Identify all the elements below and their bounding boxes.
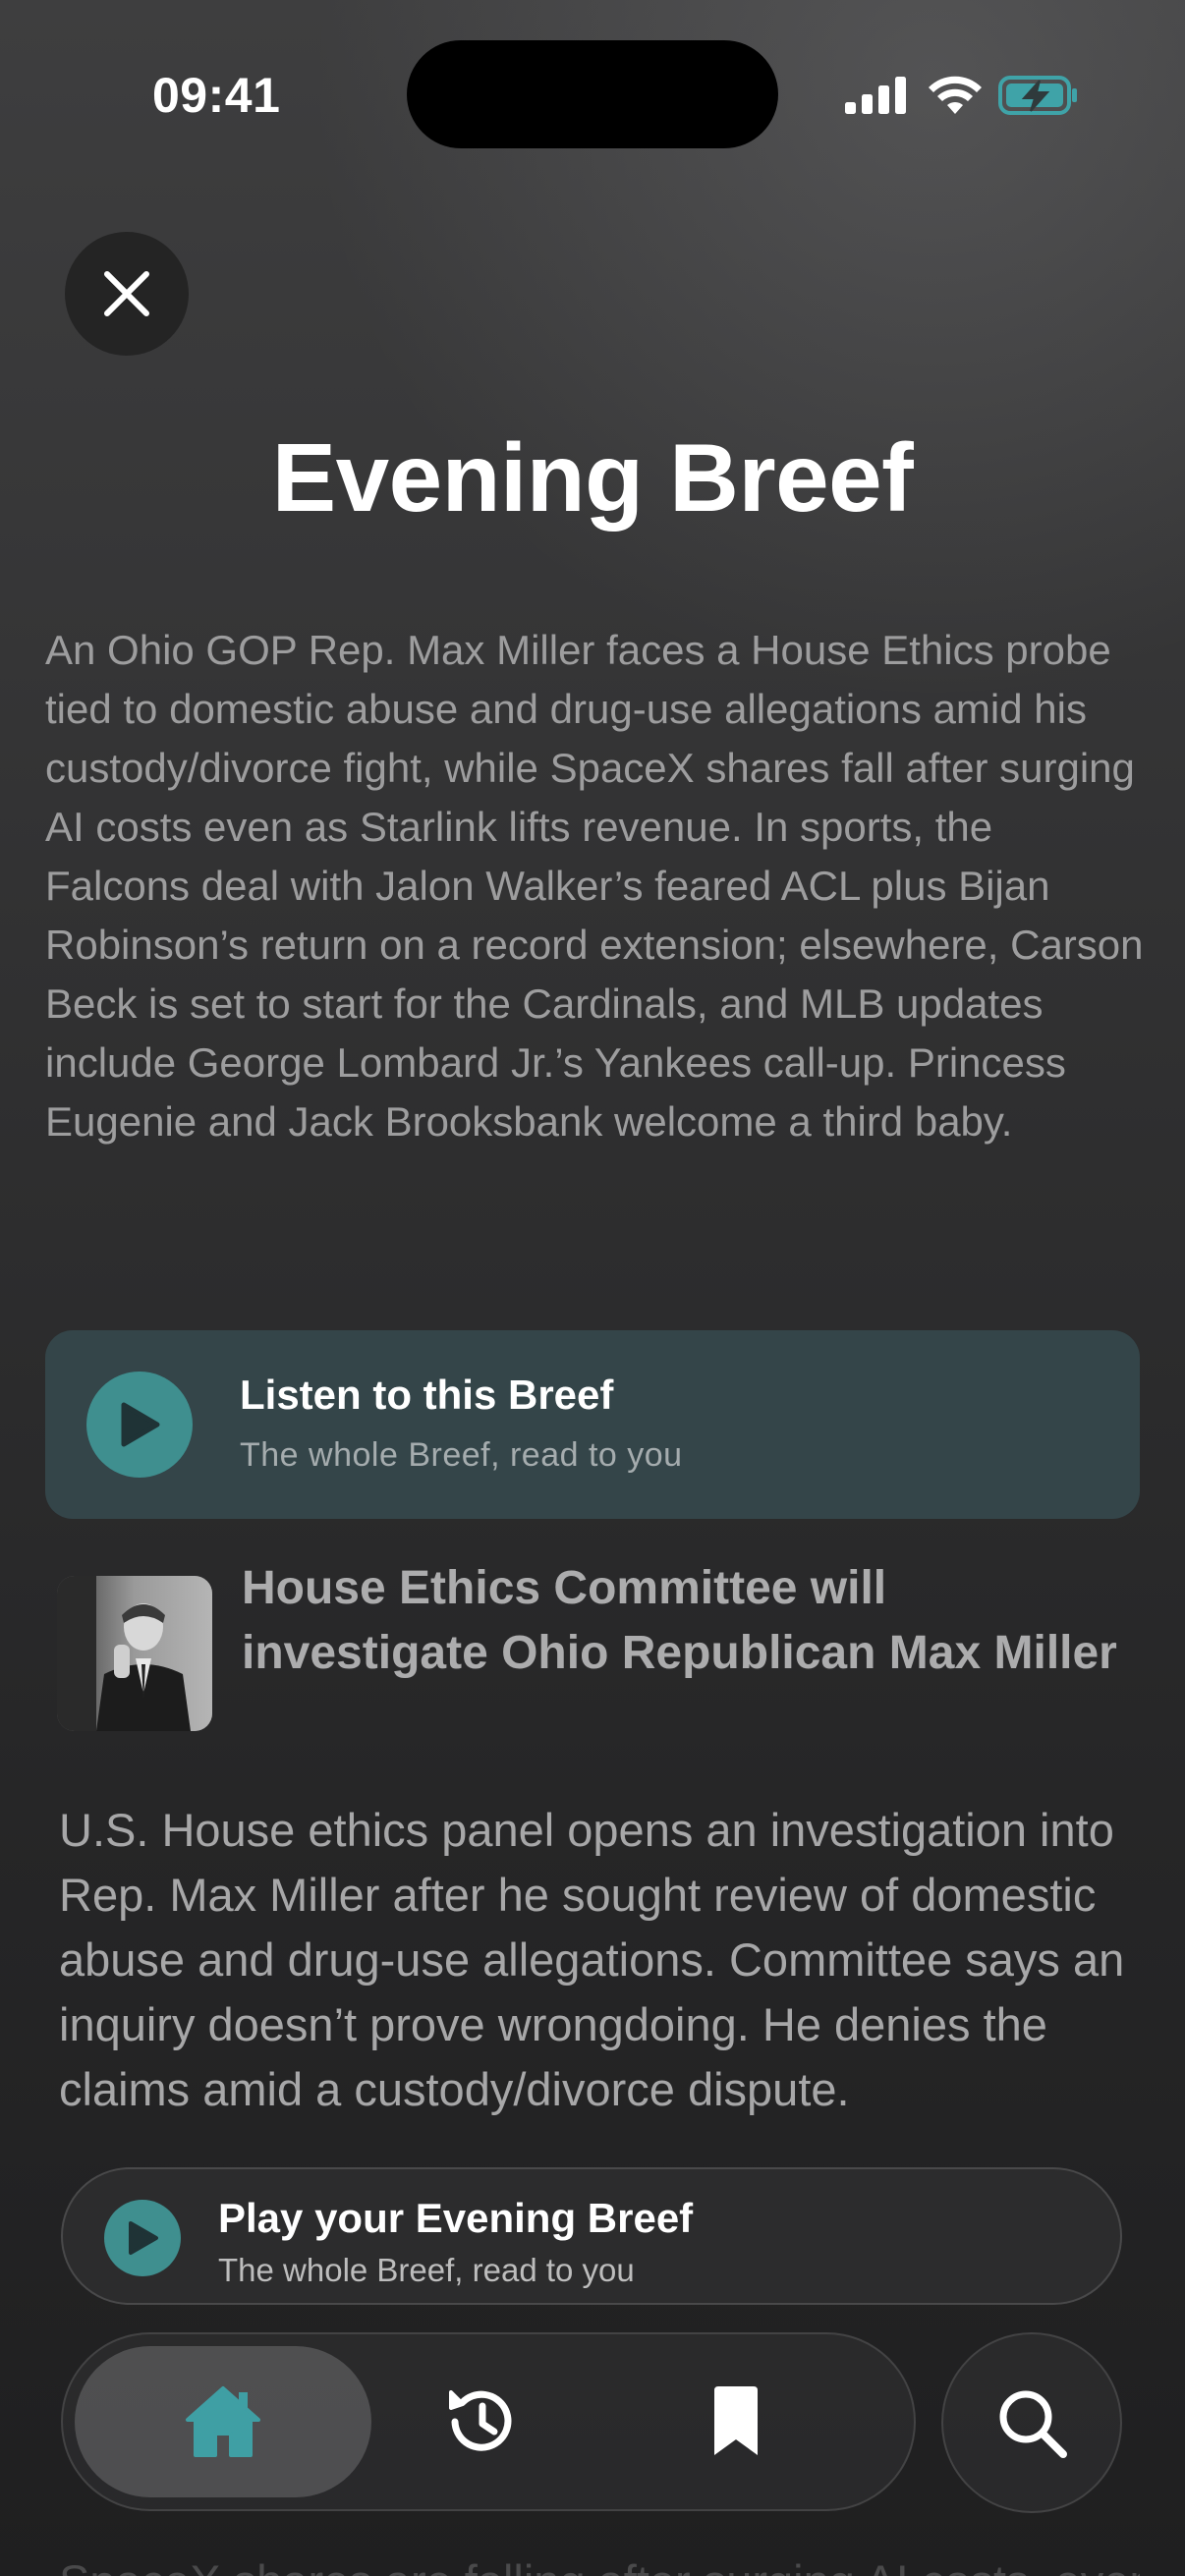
history-icon: [449, 2390, 512, 2451]
tab-bar: [61, 2332, 916, 2511]
tab-saved[interactable]: [692, 2378, 780, 2466]
listen-subtitle: The whole Breef, read to you: [240, 1436, 683, 1474]
tab-home[interactable]: [75, 2346, 371, 2497]
listen-play-button[interactable]: [86, 1372, 193, 1478]
search-button[interactable]: [941, 2332, 1122, 2513]
listen-card[interactable]: Listen to this Breef The whole Breef, re…: [45, 1330, 1140, 1519]
article-photo: [57, 1576, 212, 1731]
signal-icon: [845, 77, 906, 114]
tab-history[interactable]: [436, 2378, 525, 2466]
article-body: U.S. House ethics panel opens an investi…: [59, 1804, 1125, 2115]
dynamic-island: [407, 40, 778, 148]
player-title: Play your Evening Breef: [218, 2195, 694, 2241]
breef-summary: An Ohio GOP Rep. Max Miller faces a Hous…: [45, 627, 1144, 1145]
player-subtitle: The whole Breef, read to you: [218, 2252, 635, 2288]
status-time: 09:41: [152, 68, 281, 123]
mini-player[interactable]: Play your Evening Breef The whole Breef,…: [61, 2167, 1122, 2305]
article-headline[interactable]: House Ethics Committee will investigate …: [242, 1556, 1126, 1686]
battery-charging-icon: [998, 76, 1077, 115]
listen-title: Listen to this Breef: [240, 1372, 614, 1418]
close-button[interactable]: [65, 232, 189, 356]
play-icon: [121, 1402, 160, 1447]
play-icon: [129, 2221, 158, 2255]
bookmark-icon: [714, 2386, 758, 2455]
wifi-icon: [929, 76, 982, 114]
home-icon: [186, 2386, 260, 2457]
article-thumbnail[interactable]: [57, 1576, 212, 1731]
close-icon: [104, 271, 149, 316]
screen: 09:41 Evening Breef An Ohio GOP Rep. Max…: [0, 0, 1185, 2576]
next-article-body: SpaceX shares are falling after surging …: [59, 2554, 1140, 2576]
player-play-button[interactable]: [104, 2200, 181, 2276]
page-title: Evening Breef: [271, 423, 914, 532]
search-icon: [999, 2390, 1067, 2458]
